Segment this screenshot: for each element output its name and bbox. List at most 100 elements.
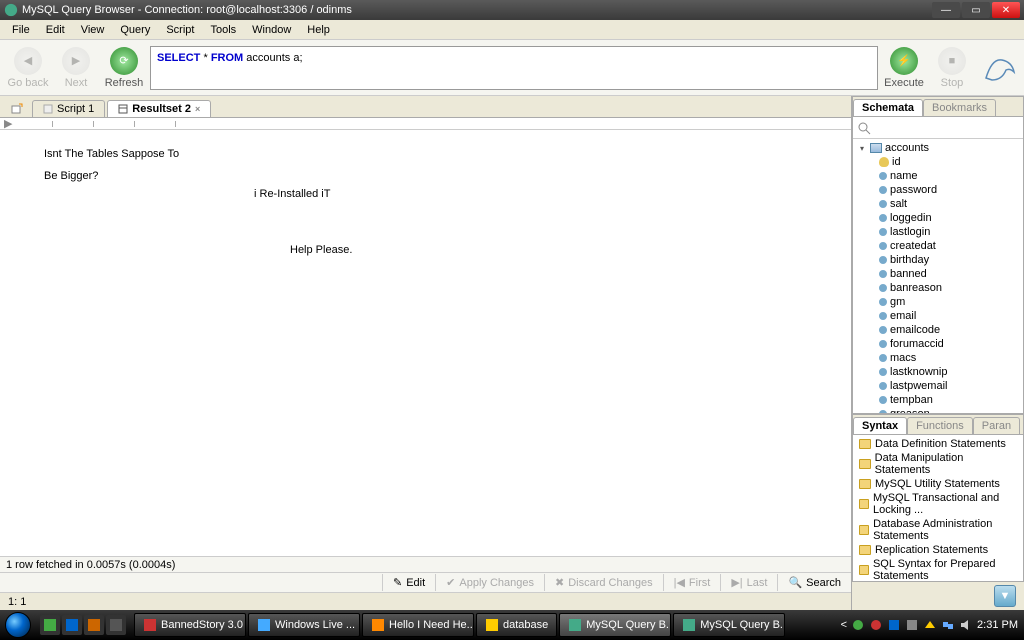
- schema-tree[interactable]: ▾ accounts idnamepasswordsaltloggedinlas…: [853, 139, 1023, 413]
- syntax-item[interactable]: MySQL Utility Statements: [853, 477, 1023, 491]
- execute-button[interactable]: ⚡ Execute: [882, 47, 926, 89]
- taskbar-task[interactable]: BannedStory 3.0: [134, 613, 246, 637]
- menu-query[interactable]: Query: [112, 22, 158, 38]
- taskbar-task[interactable]: database: [476, 613, 557, 637]
- expand-icon[interactable]: ▾: [857, 144, 867, 153]
- tree-column[interactable]: loggedin: [853, 211, 1023, 225]
- tray-chevron-icon[interactable]: <: [841, 619, 847, 631]
- menu-file[interactable]: File: [4, 22, 38, 38]
- column-label: gm: [890, 296, 905, 308]
- tree-column[interactable]: password: [853, 183, 1023, 197]
- schemata-tabs: Schemata Bookmarks: [853, 97, 1023, 117]
- column-icon: [877, 366, 888, 377]
- tray-icon[interactable]: [887, 618, 901, 632]
- syntax-item[interactable]: SQL Syntax for Prepared Statements: [853, 557, 1023, 581]
- tree-table-accounts[interactable]: ▾ accounts: [853, 141, 1023, 155]
- menu-help[interactable]: Help: [299, 22, 338, 38]
- tree-column[interactable]: name: [853, 169, 1023, 183]
- new-tab-button[interactable]: [8, 101, 26, 117]
- tab-resultset2[interactable]: Resultset 2 ×: [107, 100, 211, 117]
- tab-close-icon[interactable]: ×: [195, 104, 200, 114]
- tree-column[interactable]: emailcode: [853, 323, 1023, 337]
- tree-column[interactable]: banreason: [853, 281, 1023, 295]
- taskbar-task[interactable]: MySQL Query B...: [559, 613, 671, 637]
- apply-label: Apply Changes: [459, 577, 534, 589]
- tree-column[interactable]: id: [853, 155, 1023, 169]
- menu-script[interactable]: Script: [158, 22, 202, 38]
- menu-edit[interactable]: Edit: [38, 22, 73, 38]
- syntax-item[interactable]: Database Administration Statements: [853, 517, 1023, 543]
- tree-column[interactable]: email: [853, 309, 1023, 323]
- tree-column[interactable]: salt: [853, 197, 1023, 211]
- ql-item-4[interactable]: [106, 615, 126, 635]
- tree-column[interactable]: gm: [853, 295, 1023, 309]
- schema-search-input[interactable]: [871, 121, 1019, 135]
- overlay-line4: Help Please.: [290, 244, 352, 256]
- tray-icon[interactable]: [905, 618, 919, 632]
- tree-column[interactable]: tempban: [853, 393, 1023, 407]
- query-editor[interactable]: SELECT * FROM accounts a;: [150, 46, 878, 90]
- ql-item-3[interactable]: [84, 615, 104, 635]
- edit-button[interactable]: ✎Edit: [382, 574, 435, 591]
- tree-column[interactable]: banned: [853, 267, 1023, 281]
- tree-column[interactable]: birthday: [853, 253, 1023, 267]
- discard-button[interactable]: ✖Discard Changes: [544, 574, 663, 591]
- ql-item-2[interactable]: [62, 615, 82, 635]
- search-button[interactable]: 🔍Search: [777, 574, 851, 591]
- stop-button[interactable]: ■ Stop: [930, 47, 974, 89]
- start-button[interactable]: [0, 610, 36, 640]
- resultset-icon: [118, 104, 128, 114]
- column-label: forumaccid: [890, 338, 944, 350]
- syntax-list[interactable]: Data Definition StatementsData Manipulat…: [853, 435, 1023, 581]
- menu-window[interactable]: Window: [244, 22, 299, 38]
- tray-icon[interactable]: [851, 618, 865, 632]
- close-button[interactable]: ✕: [992, 2, 1020, 18]
- tree-column[interactable]: forumaccid: [853, 337, 1023, 351]
- tab-schemata[interactable]: Schemata: [853, 99, 923, 116]
- table-label: accounts: [885, 142, 929, 154]
- goback-button[interactable]: ◀ Go back: [6, 47, 50, 89]
- maximize-button[interactable]: ▭: [962, 2, 990, 18]
- ql-item-1[interactable]: [40, 615, 60, 635]
- column-label: email: [890, 310, 916, 322]
- syntax-item[interactable]: MySQL Transactional and Locking ...: [853, 491, 1023, 517]
- apply-button[interactable]: ✔Apply Changes: [435, 574, 544, 591]
- tray-icon[interactable]: [923, 618, 937, 632]
- syntax-item[interactable]: Data Definition Statements: [853, 437, 1023, 451]
- tree-column[interactable]: createdat: [853, 239, 1023, 253]
- tab-script1[interactable]: Script 1: [32, 100, 105, 117]
- last-button[interactable]: ▶|Last: [720, 574, 777, 591]
- taskbar: BannedStory 3.0Windows Live ...Hello I N…: [0, 610, 1024, 640]
- menu-tools[interactable]: Tools: [202, 22, 244, 38]
- menu-view[interactable]: View: [73, 22, 113, 38]
- first-button[interactable]: |◀First: [663, 574, 721, 591]
- refresh-button[interactable]: ⟳ Refresh: [102, 47, 146, 89]
- tab-functions[interactable]: Functions: [907, 417, 973, 434]
- syntax-item[interactable]: Replication Statements: [853, 543, 1023, 557]
- tray-network-icon[interactable]: [941, 618, 955, 632]
- tree-column[interactable]: lastknownip: [853, 365, 1023, 379]
- column-icon: [877, 310, 888, 321]
- syntax-item[interactable]: Data Manipulation Statements: [853, 451, 1023, 477]
- last-icon: ▶|: [731, 576, 742, 589]
- tree-column[interactable]: greason: [853, 407, 1023, 413]
- column-icon: [877, 254, 888, 265]
- taskbar-task[interactable]: Hello I Need He...: [362, 613, 474, 637]
- tree-column[interactable]: lastlogin: [853, 225, 1023, 239]
- minimize-button[interactable]: —: [932, 2, 960, 18]
- tree-column[interactable]: macs: [853, 351, 1023, 365]
- tab-params[interactable]: Paran: [973, 417, 1020, 434]
- tray-icon[interactable]: [869, 618, 883, 632]
- taskbar-task[interactable]: Windows Live ...: [248, 613, 360, 637]
- column-icon: [877, 268, 888, 279]
- column-label: macs: [890, 352, 916, 364]
- tray-clock[interactable]: 2:31 PM: [977, 619, 1018, 631]
- tab-bookmarks[interactable]: Bookmarks: [923, 99, 996, 116]
- tab-syntax[interactable]: Syntax: [853, 417, 907, 434]
- taskbar-task[interactable]: MySQL Query B...: [673, 613, 785, 637]
- tree-column[interactable]: lastpwemail: [853, 379, 1023, 393]
- next-icon: ▶: [62, 47, 90, 75]
- next-button[interactable]: ▶ Next: [54, 47, 98, 89]
- tray-volume-icon[interactable]: [959, 618, 973, 632]
- down-button[interactable]: ▼: [994, 585, 1016, 607]
